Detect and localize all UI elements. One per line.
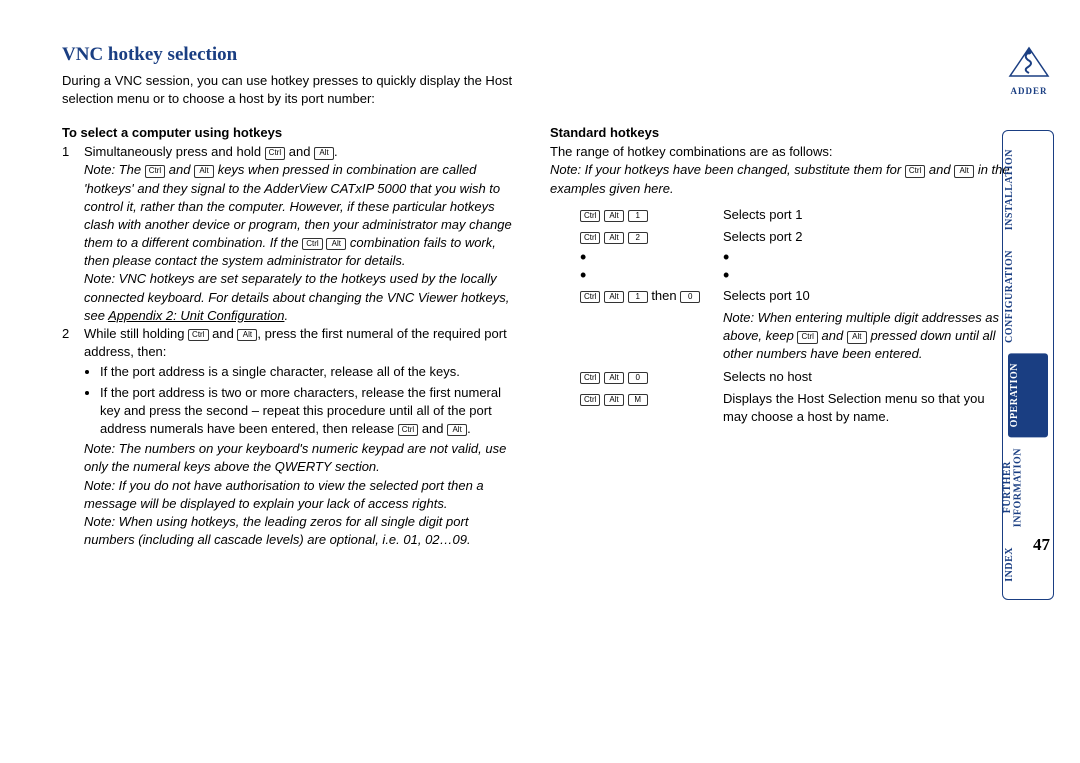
hotkey-desc: Displays the Host Selection menu so that… [723, 390, 1010, 426]
document-page: VNC hotkey selection During a VNC sessio… [0, 0, 1080, 579]
bullet-list: If the port address is a single characte… [84, 363, 522, 438]
key-ctrl: Ctrl [580, 210, 600, 222]
key-ctrl: Ctrl [580, 232, 600, 244]
page-title: VNC hotkey selection [62, 42, 1020, 69]
key-1: 1 [628, 291, 648, 303]
page-number: 47 [1033, 533, 1050, 557]
key-ctrl: Ctrl [580, 291, 600, 303]
key-ctrl: Ctrl [580, 372, 600, 384]
hotkey-row: Ctrl Alt 2 Selects port 2 [550, 228, 1010, 246]
hotkey-keys: Ctrl Alt M [550, 390, 723, 426]
hotkey-desc: Selects no host [723, 368, 1010, 386]
nav-further-information[interactable]: FURTHERINFORMATION [1003, 438, 1053, 537]
dots: • [723, 250, 1010, 264]
right-subhead: Standard hotkeys [550, 124, 1010, 142]
note-5: Note: When using hotkeys, the leading ze… [84, 513, 522, 549]
and: and [285, 144, 314, 159]
snake-icon [1008, 42, 1050, 80]
hotkey-multi-note: Note: When entering multiple digit addre… [550, 309, 1010, 364]
note-1: Note: The Ctrl and Alt keys when pressed… [84, 161, 522, 270]
key-0: 0 [680, 291, 700, 303]
hotkey-keys: Ctrl Alt 2 [550, 228, 723, 246]
key-alt: Alt [604, 372, 624, 384]
left-subhead: To select a computer using hotkeys [62, 124, 522, 142]
end: . [334, 144, 338, 159]
side-nav: INSTALLATION CONFIGURATION OPERATION FUR… [1002, 130, 1054, 600]
key-ctrl: Ctrl [265, 147, 285, 159]
hotkey-keys: Ctrl Alt 1 then 0 [550, 287, 723, 305]
key-ctrl: Ctrl [398, 424, 418, 436]
key-alt: Alt [237, 329, 257, 341]
key-ctrl: Ctrl [145, 165, 165, 177]
adder-logo: ADDER [1008, 42, 1050, 98]
key-ctrl: Ctrl [580, 394, 600, 406]
appendix-link[interactable]: Appendix 2: Unit Configuration [108, 308, 284, 323]
hotkey-keys: Ctrl Alt 1 [550, 206, 723, 224]
key-alt: Alt [194, 165, 214, 177]
dots: • [550, 250, 723, 264]
hotkey-table: Ctrl Alt 1 Selects port 1 Ctrl Alt 2 Sel… [550, 206, 1010, 426]
key-alt: Alt [604, 291, 624, 303]
key-alt: Alt [314, 147, 334, 159]
key-alt: Alt [447, 424, 467, 436]
note-2: Note: VNC hotkeys are set separately to … [84, 270, 522, 325]
key-ctrl: Ctrl [797, 331, 817, 343]
note-3: Note: The numbers on your keyboard's num… [84, 440, 522, 476]
key-0: 0 [628, 372, 648, 384]
key-alt: Alt [954, 165, 974, 177]
hotkey-row-dots: • • [550, 250, 1010, 264]
key-alt: Alt [847, 331, 867, 343]
intro-text: During a VNC session, you can use hotkey… [62, 72, 522, 108]
hotkey-row: Ctrl Alt 1 Selects port 1 [550, 206, 1010, 224]
key-ctrl: Ctrl [188, 329, 208, 341]
hotkey-desc: Selects port 1 [723, 206, 1010, 224]
left-column: To select a computer using hotkeys 1 Sim… [62, 124, 522, 549]
bullet-item: If the port address is two or more chara… [100, 384, 522, 439]
right-note: Note: If your hotkeys have been changed,… [550, 161, 1010, 197]
then: then [648, 288, 681, 303]
hotkey-row: Ctrl Alt 0 Selects no host [550, 368, 1010, 386]
dots: • [550, 268, 723, 282]
logo-text: ADDER [1008, 85, 1050, 98]
step1-text: Simultaneously press and hold [84, 144, 265, 159]
step-number: 2 [62, 325, 84, 549]
hotkey-desc: Selects port 10 [723, 287, 1010, 305]
key-1: 1 [628, 210, 648, 222]
hotkey-desc: Selects port 2 [723, 228, 1010, 246]
key-alt: Alt [604, 232, 624, 244]
note-4: Note: If you do not have authorisation t… [84, 477, 522, 513]
step-number: 1 [62, 143, 84, 325]
nav-installation[interactable]: INSTALLATION [1003, 139, 1053, 240]
key-alt: Alt [604, 394, 624, 406]
bullet-item: If the port address is a single characte… [100, 363, 522, 381]
hotkey-row-dots: • • [550, 268, 1010, 282]
step-body: While still holding Ctrl and Alt, press … [84, 325, 522, 549]
key-m: M [628, 394, 648, 406]
hotkey-keys: Ctrl Alt 0 [550, 368, 723, 386]
key-alt: Alt [604, 210, 624, 222]
step-body: Simultaneously press and hold Ctrl and A… [84, 143, 522, 325]
nav-operation[interactable]: OPERATION [1008, 353, 1048, 437]
hotkey-row: Ctrl Alt M Displays the Host Selection m… [550, 390, 1010, 426]
dots: • [723, 268, 1010, 282]
key-2: 2 [628, 232, 648, 244]
hotkey-row: Ctrl Alt 1 then 0 Selects port 10 [550, 287, 1010, 305]
right-intro: The range of hotkey combinations are as … [550, 143, 1010, 161]
key-ctrl: Ctrl [905, 165, 925, 177]
step-1: 1 Simultaneously press and hold Ctrl and… [62, 143, 522, 325]
content-columns: To select a computer using hotkeys 1 Sim… [62, 124, 1020, 549]
step-2: 2 While still holding Ctrl and Alt, pres… [62, 325, 522, 549]
key-ctrl: Ctrl [302, 238, 322, 250]
key-alt: Alt [326, 238, 346, 250]
nav-configuration[interactable]: CONFIGURATION [1003, 240, 1053, 353]
right-column: Standard hotkeys The range of hotkey com… [550, 124, 1010, 549]
